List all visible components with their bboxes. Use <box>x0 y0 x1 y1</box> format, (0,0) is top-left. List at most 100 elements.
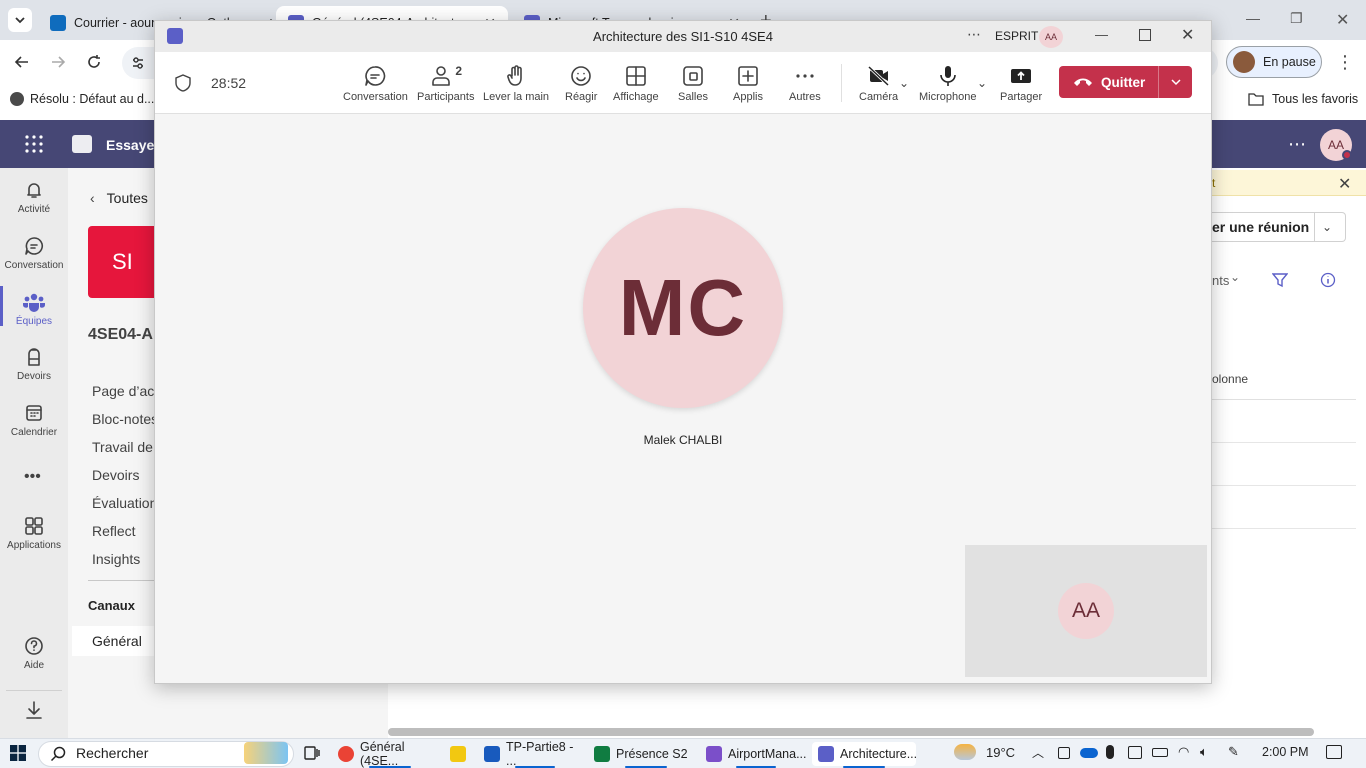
back-icon[interactable] <box>14 54 30 70</box>
tool-conversation[interactable]: Conversation <box>343 64 408 103</box>
clock[interactable]: 2:00 PM <box>1262 745 1309 759</box>
restore-icon[interactable]: ❐ <box>1290 10 1303 27</box>
leave-button[interactable]: Quitter <box>1059 66 1192 98</box>
all-favorites[interactable]: Tous les favoris <box>1248 92 1358 106</box>
tool-apps[interactable]: Applis <box>733 64 763 103</box>
meet-now-icon[interactable] <box>1058 747 1070 759</box>
taskbar-app-word[interactable]: TP-Partie8 - ... <box>484 740 586 768</box>
chevron-down-icon[interactable]: ⌄ <box>1230 270 1240 284</box>
tab-search-button[interactable] <box>8 8 32 32</box>
channels-heading: Canaux <box>88 598 135 613</box>
horizontal-scrollbar[interactable] <box>388 728 1314 736</box>
tool-share[interactable]: Partager <box>1000 64 1042 103</box>
divider <box>1314 212 1315 242</box>
maximize-icon[interactable] <box>1139 29 1151 41</box>
people-icon <box>432 66 451 86</box>
meeting-button-label[interactable]: er une réunion <box>1212 219 1309 235</box>
nav-grades[interactable]: Évaluation <box>92 489 161 517</box>
more-options-icon[interactable]: ⋯ <box>967 26 981 43</box>
account-avatar[interactable]: AA <box>1039 26 1063 48</box>
info-icon[interactable] <box>1320 272 1336 288</box>
browser-menu-icon[interactable]: ⋮ <box>1336 52 1354 73</box>
filter-icon[interactable] <box>1272 272 1288 288</box>
close-window-icon[interactable]: ✕ <box>1336 10 1349 30</box>
rail-activity[interactable]: Activité <box>0 180 68 215</box>
rail-help[interactable]: Aide <box>0 636 68 671</box>
rooms-icon <box>683 66 703 86</box>
app-launcher-icon[interactable] <box>24 134 44 154</box>
rail-applications[interactable]: Applications <box>0 516 68 551</box>
rail-conversation[interactable]: Conversation <box>0 236 68 271</box>
download-icon[interactable] <box>24 700 44 720</box>
banner-text: t <box>1212 176 1216 190</box>
volume-icon[interactable]: 🔈︎ <box>1200 744 1208 760</box>
nav-work[interactable]: Travail de <box>92 433 161 461</box>
wifi-icon[interactable]: ◠ <box>1178 744 1189 760</box>
rail-label: Conversation <box>4 260 64 271</box>
tool-react[interactable]: Réagir <box>565 64 597 103</box>
tray-chevron-icon[interactable]: ︿ <box>1032 744 1044 761</box>
search-placeholder: Rechercher <box>76 745 149 761</box>
taskbar-app-excel[interactable]: Présence S2 <box>594 742 698 768</box>
profile-pause-button[interactable]: En pause <box>1226 46 1322 78</box>
display-icon[interactable] <box>1128 746 1142 759</box>
raise-hand-icon <box>507 65 522 86</box>
nav-insights[interactable]: Insights <box>92 545 161 573</box>
tool-label: Affichage <box>613 91 659 103</box>
tool-more[interactable]: Autres <box>789 64 821 103</box>
microphone-tray-icon[interactable] <box>1106 745 1114 759</box>
mic-options-chevron[interactable]: ⌄ <box>977 76 987 90</box>
onedrive-icon[interactable] <box>1080 748 1098 758</box>
self-view[interactable]: AA <box>965 545 1207 677</box>
trial-label[interactable]: Essayez <box>106 137 161 153</box>
tool-camera[interactable]: Caméra <box>859 64 898 103</box>
shield-icon[interactable] <box>175 74 191 92</box>
leave-options-chevron[interactable] <box>1159 76 1192 88</box>
reload-icon[interactable] <box>86 54 102 70</box>
windows-start-icon[interactable] <box>10 745 26 761</box>
rail-calendar[interactable]: Calendrier <box>0 403 68 438</box>
channel-general[interactable]: Général <box>92 633 142 649</box>
task-view-icon[interactable] <box>304 745 320 761</box>
tool-label: Salles <box>678 91 708 103</box>
rail-teams[interactable]: Équipes <box>0 292 68 327</box>
chevron-down-icon[interactable]: ⌄ <box>1322 220 1332 234</box>
minimize-icon[interactable]: — <box>1095 27 1108 42</box>
taskbar-app-explorer[interactable] <box>450 742 474 766</box>
tool-participants[interactable]: 2 Participants <box>417 64 474 103</box>
forward-icon[interactable] <box>50 54 66 70</box>
taskbar-app-chrome[interactable]: Général (4SE... <box>338 740 442 768</box>
weather-temp[interactable]: 19°C <box>986 745 1015 760</box>
minimize-icon[interactable]: — <box>1246 10 1260 26</box>
divider <box>1212 528 1356 529</box>
nav-assignments[interactable]: Devoirs <box>92 461 161 489</box>
notifications-icon[interactable] <box>1326 745 1342 759</box>
rail-label: Activité <box>17 204 51 215</box>
camera-options-chevron[interactable]: ⌄ <box>899 76 909 90</box>
more-options-icon[interactable]: ⋯ <box>1288 134 1306 155</box>
rail-assignments[interactable]: Devoirs <box>0 347 68 382</box>
nav-reflect[interactable]: Reflect <box>92 517 161 545</box>
tool-view[interactable]: Affichage <box>613 64 659 103</box>
teams-logo-icon <box>72 135 92 153</box>
nav-notebook[interactable]: Bloc-notes <box>92 405 161 433</box>
add-app-icon <box>738 66 758 86</box>
more-apps-icon[interactable]: ••• <box>24 468 41 486</box>
nav-home[interactable]: Page d’acc <box>92 377 161 405</box>
taskbar-app-vs[interactable]: AirportMana... <box>706 742 807 768</box>
close-icon[interactable]: ✕ <box>1181 25 1194 45</box>
pen-icon[interactable]: ✎ <box>1228 744 1239 760</box>
sort-label[interactable]: nts <box>1212 273 1229 288</box>
site-settings-icon[interactable] <box>130 55 146 71</box>
tool-microphone[interactable]: Microphone <box>919 64 976 103</box>
back-to-all-teams[interactable]: ‹ Toutes <box>90 190 148 206</box>
battery-icon[interactable] <box>1152 748 1168 757</box>
tool-raise-hand[interactable]: Lever la main <box>483 64 549 103</box>
speaker-avatar[interactable]: MC <box>583 208 783 408</box>
tool-rooms[interactable]: Salles <box>678 64 708 103</box>
taskbar-app-teams[interactable]: Architecture... <box>812 742 917 768</box>
excel-icon <box>594 746 610 762</box>
bookmark-resolu[interactable]: Résolu : Défaut au d... <box>10 92 154 106</box>
close-banner-icon[interactable]: ✕ <box>1338 174 1351 194</box>
presence-badge <box>1342 150 1352 160</box>
